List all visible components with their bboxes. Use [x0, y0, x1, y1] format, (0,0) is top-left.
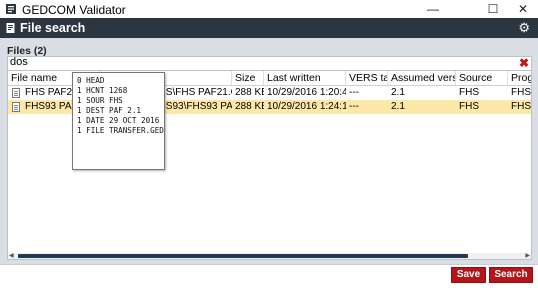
- file-icon: [12, 88, 20, 98]
- cell-vers-tag: ---: [349, 101, 359, 112]
- page-title: File search: [20, 21, 86, 35]
- cell-last-written: 10/29/2016 1:20:46 PM: [267, 87, 346, 98]
- gedcom-header-tooltip: 0 HEAD 1 HCNT 1268 1 SOUR FHS 1 DEST PAF…: [72, 72, 165, 170]
- close-button[interactable]: ✕: [508, 0, 538, 18]
- cell-last-written: 10/29/2016 1:24:16 PM: [267, 101, 346, 112]
- file-icon: [12, 102, 20, 112]
- column-header-program[interactable]: Progra: [508, 71, 531, 85]
- app-icon: [6, 4, 16, 14]
- cell-assumed-version: 2.1: [391, 101, 405, 112]
- column-header-assumed-version[interactable]: Assumed version: [388, 71, 456, 85]
- cell-program: FHS: [511, 101, 531, 112]
- column-header-last-written[interactable]: Last written: [264, 71, 346, 85]
- footer-bar: Save Search ⌄: [0, 264, 538, 294]
- maximize-button[interactable]: ☐: [478, 0, 508, 18]
- column-header-source[interactable]: Source: [456, 71, 508, 85]
- scroll-left-icon[interactable]: ◀: [9, 252, 14, 259]
- minimize-button[interactable]: —: [418, 0, 448, 18]
- save-button[interactable]: Save: [451, 267, 486, 283]
- search-input-value[interactable]: dos: [10, 56, 28, 68]
- cell-size: 288 KB: [235, 87, 264, 98]
- column-header-size[interactable]: Size: [232, 71, 264, 85]
- scroll-right-icon[interactable]: ▶: [525, 252, 530, 259]
- chevron-down-icon[interactable]: ⌄: [508, 283, 516, 294]
- column-header-vers-tag[interactable]: VERS tag: [346, 71, 388, 85]
- scrollbar-thumb[interactable]: [18, 254, 468, 258]
- app-header: File search ⚙: [0, 18, 538, 38]
- clear-icon[interactable]: ✖: [519, 56, 529, 70]
- cell-source: FHS: [459, 87, 479, 98]
- search-input[interactable]: dos ✖: [7, 56, 532, 71]
- cell-vers-tag: ---: [349, 87, 359, 98]
- horizontal-scrollbar[interactable]: ◀ ▶: [8, 253, 531, 259]
- file-search-icon: [6, 23, 15, 33]
- cell-source: FHS: [459, 101, 479, 112]
- window-titlebar: GEDCOM Validator — ☐ ✕: [0, 0, 538, 18]
- cell-assumed-version: 2.1: [391, 87, 405, 98]
- window-title: GEDCOM Validator: [22, 3, 126, 17]
- gear-icon[interactable]: ⚙: [518, 20, 530, 36]
- search-button-label: Search: [494, 269, 528, 280]
- search-button[interactable]: Search ⌄: [489, 267, 533, 294]
- cell-size: 288 KB: [235, 101, 264, 112]
- cell-program: FHS: [511, 87, 531, 98]
